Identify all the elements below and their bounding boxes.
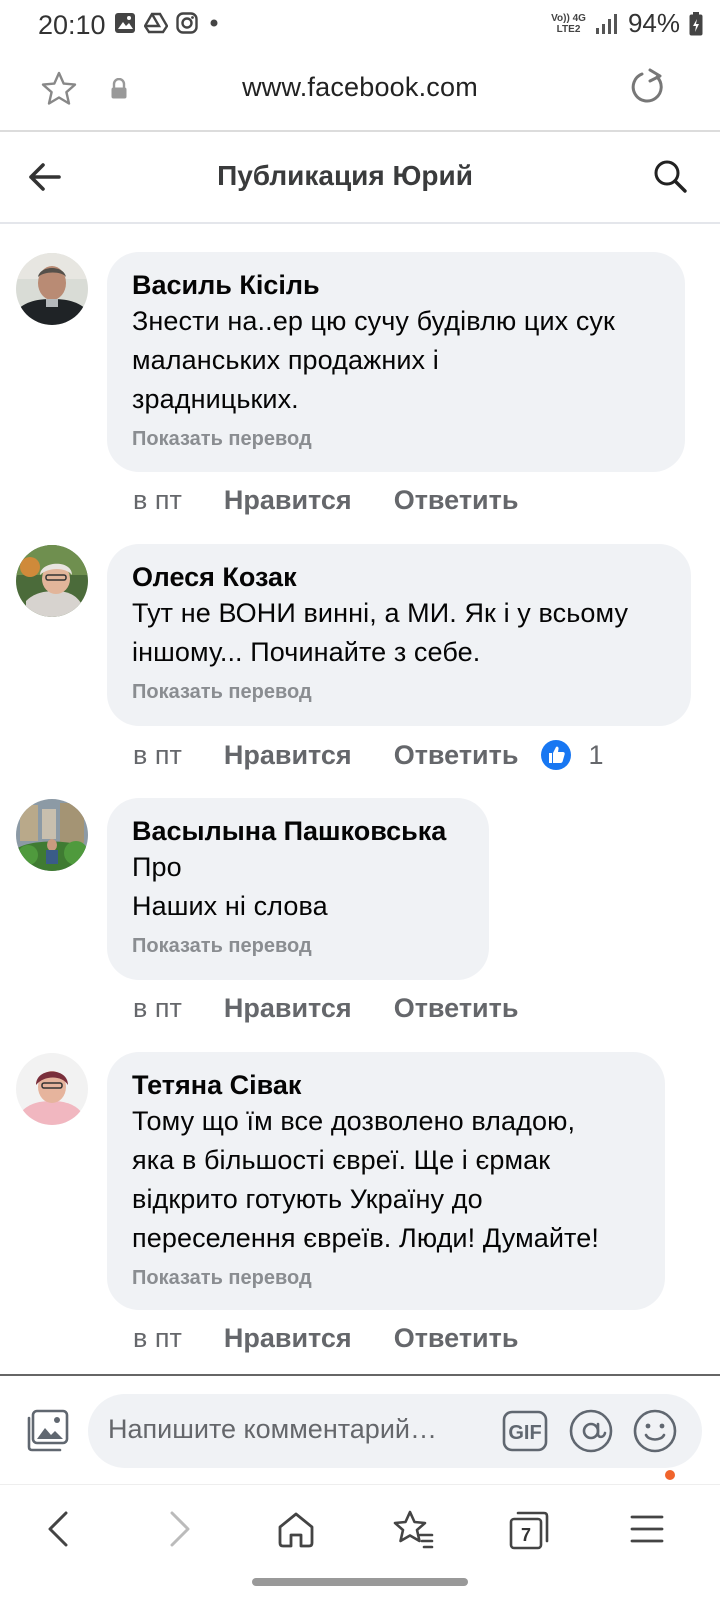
like-button[interactable]: Нравится (224, 485, 352, 516)
battery-icon (689, 11, 703, 35)
comment-bubble: Васылына Пашковська Про Наших ні слова П… (107, 798, 489, 980)
reaction-summary[interactable]: 1 (540, 739, 604, 771)
show-translation-link[interactable]: Показать перевод (132, 679, 667, 705)
show-translation-link[interactable]: Показать перевод (132, 933, 465, 959)
network-label: Vo)) 4G LTE2 (551, 13, 586, 35)
bookmarks-icon[interactable] (392, 1509, 434, 1549)
comment-actions: в пт Нравится Ответить (133, 485, 518, 516)
comment-actions: в пт Нравится Ответить 1 (133, 739, 604, 771)
browser-bottom-nav: 7 (0, 1470, 720, 1600)
show-translation-link[interactable]: Показать перевод (132, 1265, 641, 1291)
like-button[interactable]: Нравится (224, 1323, 352, 1354)
search-icon[interactable] (652, 158, 688, 194)
page-header: Публикация Юрий (0, 134, 720, 224)
comment-actions: в пт Нравится Ответить (133, 1323, 518, 1354)
reply-button[interactable]: Ответить (394, 740, 519, 771)
avatar-photo (16, 1053, 88, 1125)
forward-icon[interactable] (162, 1509, 196, 1549)
comment-input-placeholder: Напишите комментарий… (108, 1414, 437, 1444)
comment-composer: Напишите комментарий… GIF (0, 1374, 720, 1484)
url-field[interactable]: www.facebook.com (0, 72, 720, 103)
comment-bubble: Василь Кісіль Знести на..ер цю сучу буді… (107, 252, 685, 472)
comment-time[interactable]: в пт (133, 993, 182, 1024)
status-time: 20:10 (38, 10, 106, 40)
battery-percent: 94% (627, 8, 680, 38)
comment-time[interactable]: в пт (133, 485, 182, 516)
gallery-icon (115, 13, 135, 33)
drive-icon (144, 12, 168, 34)
more-notifications-dot (210, 19, 218, 27)
avatar[interactable] (16, 799, 88, 871)
page-title: Публикация Юрий (217, 160, 473, 191)
comment-time[interactable]: в пт (133, 740, 182, 771)
comment-text: Тому що їм все дозволено владою, яка в б… (132, 1106, 599, 1253)
status-bar: 20:10 Vo)) 4G LTE2 94% (0, 0, 720, 52)
comment-text: Тут не ВОНИ винні, а МИ. Як і у всьому і… (132, 598, 629, 667)
reply-button[interactable]: Ответить (394, 485, 519, 516)
back-icon[interactable] (42, 1509, 76, 1549)
photo-icon[interactable] (24, 1408, 70, 1454)
tabs-icon[interactable]: 7 (508, 1509, 550, 1551)
comment-actions: в пт Нравится Ответить (133, 993, 518, 1024)
comment-author[interactable]: Тетяна Сівак (132, 1068, 641, 1102)
comments-list[interactable]: Василь Кісіль Знести на..ер цю сучу буді… (0, 224, 720, 1374)
gif-label: GIF (508, 1422, 541, 1444)
avatar[interactable] (16, 1053, 88, 1125)
like-reaction-icon (541, 740, 572, 770)
avatar-photo (16, 253, 88, 325)
comment-author[interactable]: Васылына Пашковська (132, 814, 465, 848)
mention-icon[interactable] (568, 1408, 614, 1454)
status-right: Vo)) 4G LTE2 94% (551, 8, 704, 39)
like-button[interactable]: Нравится (224, 740, 352, 771)
network-top: Vo)) 4G (551, 12, 586, 24)
tabs-count: 7 (521, 1525, 531, 1545)
notification-icons (114, 12, 222, 34)
comment-time[interactable]: в пт (133, 1323, 182, 1354)
avatar-photo (16, 799, 88, 871)
emoji-icon[interactable] (632, 1408, 678, 1454)
avatar-photo (16, 545, 88, 617)
gif-icon[interactable]: GIF (502, 1410, 548, 1452)
signal-icon (595, 13, 617, 34)
avatar[interactable] (16, 545, 88, 617)
like-button[interactable]: Нравится (224, 993, 352, 1024)
reply-button[interactable]: Ответить (394, 1323, 519, 1354)
comment-author[interactable]: Василь Кісіль (132, 268, 661, 302)
gesture-home-bar[interactable] (252, 1578, 468, 1586)
comment-text: Знести на..ер цю сучу будівлю цих сук ма… (132, 306, 615, 414)
comment-input[interactable]: Напишите комментарий… GIF (88, 1394, 702, 1468)
reload-icon[interactable] (630, 68, 666, 106)
reaction-count: 1 (588, 739, 604, 770)
menu-notification-dot (665, 1470, 675, 1480)
avatar[interactable] (16, 253, 88, 325)
menu-icon[interactable] (628, 1509, 668, 1549)
comment-bubble: Олеся Козак Тут не ВОНИ винні, а МИ. Як … (107, 544, 691, 726)
home-icon[interactable] (276, 1509, 316, 1549)
comment-bubble: Тетяна Сівак Тому що їм все дозволено вл… (107, 1052, 665, 1310)
comment-text: Про Наших ні слова (132, 852, 328, 921)
show-translation-link[interactable]: Показать перевод (132, 426, 661, 452)
network-bottom: LTE2 (556, 23, 581, 35)
comment-author[interactable]: Олеся Козак (132, 560, 667, 594)
reply-button[interactable]: Ответить (394, 993, 519, 1024)
instagram-icon (176, 12, 198, 34)
browser-address-bar: www.facebook.com (0, 52, 720, 132)
